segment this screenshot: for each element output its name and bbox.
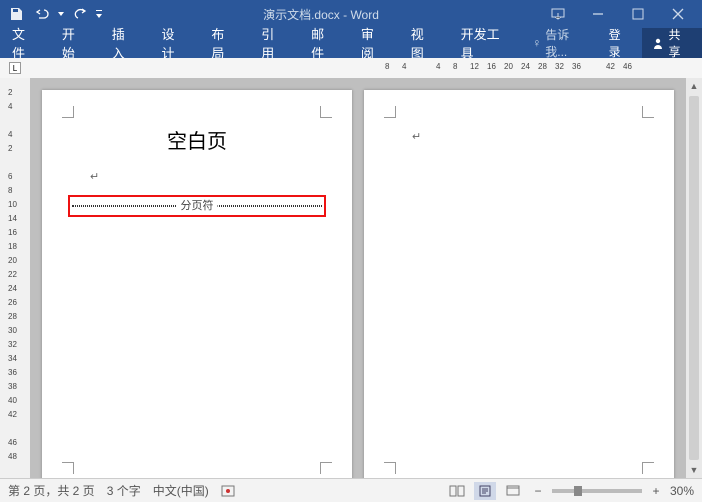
crop-mark [320, 462, 332, 474]
undo-icon[interactable] [30, 2, 54, 26]
zoom-level[interactable]: 30% [670, 484, 694, 498]
tab-review[interactable]: 审阅 [349, 28, 399, 58]
tell-me[interactable]: ♀ 告诉我... [524, 26, 598, 60]
document-canvas[interactable]: 空白页 ↵ 分页符 ↵ [30, 78, 686, 478]
tab-insert[interactable]: 插入 [100, 28, 150, 58]
window-title: 演示文档.docx - Word [104, 6, 538, 23]
zoom-in-button[interactable]: + [648, 484, 664, 498]
crop-mark [642, 462, 654, 474]
tell-me-label: 告诉我... [545, 26, 590, 60]
view-web-icon[interactable] [502, 482, 524, 500]
status-lang[interactable]: 中文(中国) [153, 482, 209, 499]
crop-mark [62, 462, 74, 474]
work-area: 2442681014161820222426283032343638404246… [0, 78, 702, 478]
macro-icon[interactable] [221, 484, 235, 498]
tab-view[interactable]: 视图 [399, 28, 449, 58]
document-heading[interactable]: 空白页 [42, 125, 352, 154]
status-bar: 第 2 页，共 2 页 3 个字 中文(中国) − + 30% [0, 478, 702, 502]
window-controls [538, 2, 698, 26]
ribbon-tabs: 文件 开始 插入 设计 布局 引用 邮件 审阅 视图 开发工具 ♀告诉我... … [0, 28, 702, 58]
horizontal-ruler-row: L 8448121620242832364246 [0, 58, 702, 78]
page-break-line: 分页符 [72, 205, 322, 207]
minimize-icon[interactable] [578, 2, 618, 26]
page-2[interactable]: ↵ [364, 90, 674, 478]
crop-mark [384, 462, 396, 474]
scroll-up-icon[interactable]: ▲ [686, 78, 702, 94]
ruler-corner[interactable]: L [0, 58, 30, 78]
vertical-ruler[interactable]: 2442681014161820222426283032343638404246… [0, 78, 30, 478]
horizontal-ruler[interactable]: 8448121620242832364246 [30, 58, 702, 78]
ribbon-options-icon[interactable] [538, 2, 578, 26]
page-break-label: 分页符 [177, 197, 218, 213]
vertical-scrollbar[interactable]: ▲ ▼ [686, 78, 702, 478]
paragraph-mark: ↵ [90, 170, 352, 183]
tab-references[interactable]: 引用 [249, 28, 299, 58]
tab-layout[interactable]: 布局 [199, 28, 249, 58]
crop-mark [642, 106, 654, 118]
scroll-thumb[interactable] [689, 96, 699, 460]
crop-mark [62, 106, 74, 118]
quick-access-toolbar [4, 2, 104, 26]
share-label: 共享 [668, 26, 692, 60]
crop-mark [384, 106, 396, 118]
zoom-slider[interactable] [552, 489, 642, 493]
zoom-thumb[interactable] [574, 486, 582, 496]
status-words[interactable]: 3 个字 [107, 482, 141, 499]
save-icon[interactable] [4, 2, 28, 26]
page-break-highlight: 分页符 [68, 195, 326, 217]
login-button[interactable]: 登录 [599, 26, 643, 60]
tab-developer[interactable]: 开发工具 [449, 28, 525, 58]
page-1[interactable]: 空白页 ↵ 分页符 [42, 90, 352, 478]
close-icon[interactable] [658, 2, 698, 26]
person-icon [652, 37, 664, 49]
paragraph-mark: ↵ [412, 130, 674, 143]
status-page[interactable]: 第 2 页，共 2 页 [8, 482, 95, 499]
zoom-out-button[interactable]: − [530, 484, 546, 498]
share-button[interactable]: 共享 [642, 28, 702, 58]
redo-icon[interactable] [68, 2, 92, 26]
undo-dropdown-icon[interactable] [56, 11, 66, 17]
tab-file[interactable]: 文件 [0, 28, 50, 58]
tab-design[interactable]: 设计 [150, 28, 200, 58]
view-read-icon[interactable] [446, 482, 468, 500]
tab-home[interactable]: 开始 [50, 28, 100, 58]
crop-mark [320, 106, 332, 118]
scroll-down-icon[interactable]: ▼ [686, 462, 702, 478]
tab-mailings[interactable]: 邮件 [299, 28, 349, 58]
qat-customize-icon[interactable] [94, 10, 104, 18]
lightbulb-icon: ♀ [532, 36, 541, 50]
view-print-icon[interactable] [474, 482, 496, 500]
maximize-icon[interactable] [618, 2, 658, 26]
title-bar: 演示文档.docx - Word [0, 0, 702, 28]
